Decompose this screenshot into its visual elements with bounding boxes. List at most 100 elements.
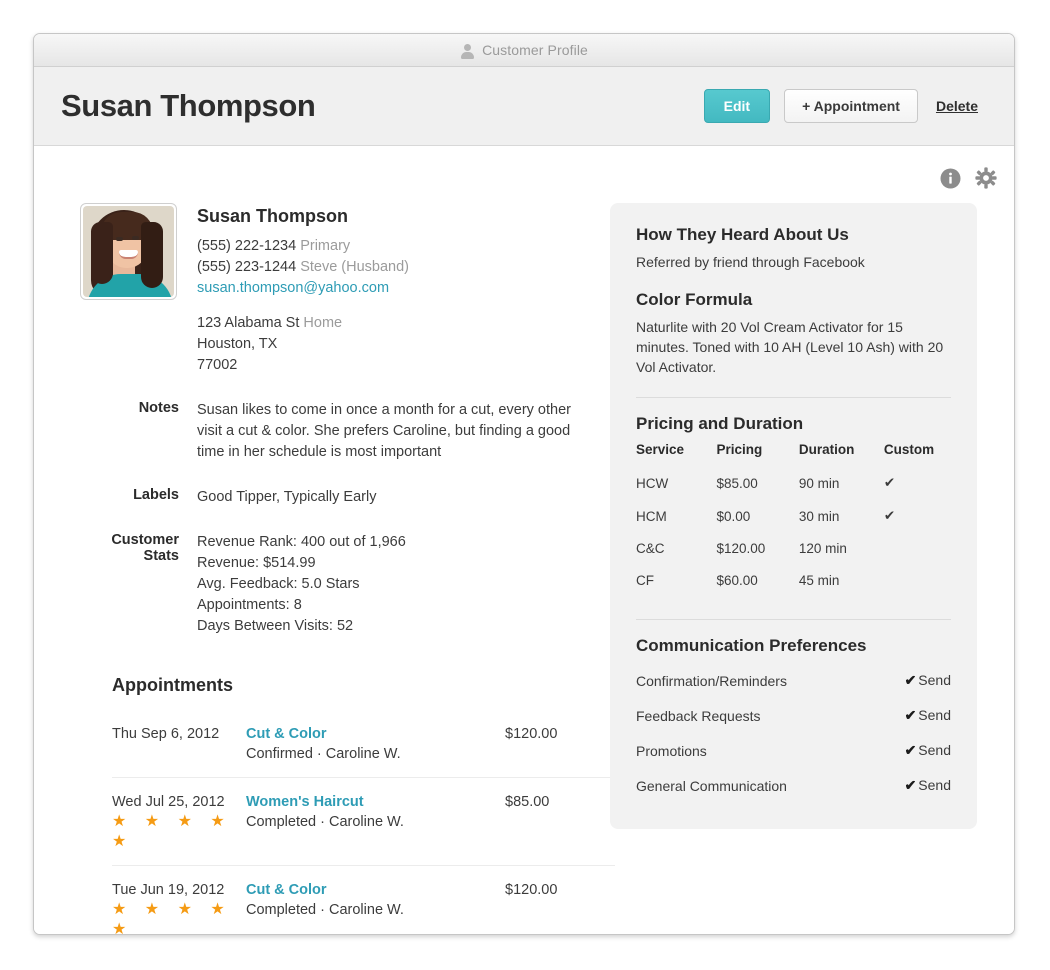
cell-duration: 30 min — [798, 508, 840, 524]
table-row[interactable]: Wed Jul 25, 2012 ★ ★ ★ ★ ★ Women's Hairc… — [112, 778, 615, 866]
profile-body: Susan Thompson (555) 222-1234 Primary (5… — [34, 146, 1014, 934]
address-zip: 77002 — [197, 357, 238, 373]
labels-row: Labels Good Tipper, Typically Early — [80, 487, 610, 508]
appointment-service-link[interactable]: Cut & Color — [246, 724, 505, 744]
phone-secondary-row: (555) 223-1244 Steve (Husband) — [197, 257, 409, 278]
stat-line: Avg. Feedback: 5.0 Stars — [197, 576, 360, 592]
cell-pricing: $0.00 — [716, 508, 751, 524]
contact-details: Susan Thompson (555) 222-1234 Primary (5… — [197, 203, 409, 376]
cell-service: C&C — [636, 541, 665, 556]
contact-name: Susan Thompson — [197, 206, 349, 226]
appointment-date: Wed Jul 25, 2012 — [112, 794, 225, 810]
phone-secondary-tag: Steve (Husband) — [300, 259, 410, 275]
stat-line: Days Between Visits: 52 — [197, 618, 354, 634]
add-appointment-button[interactable]: + Appointment — [784, 89, 918, 123]
person-icon — [460, 43, 475, 59]
divider — [636, 619, 951, 620]
communication-preferences-title: Communication Preferences — [636, 636, 867, 655]
list-item: Feedback Requests ✔ Send — [636, 698, 951, 733]
edit-button[interactable]: Edit — [703, 89, 771, 123]
cell-pricing: $120.00 — [716, 541, 766, 556]
address-street-row: 123 Alabama St Home — [197, 313, 409, 334]
profile-header: Susan Thompson Edit + Appointment Delete — [34, 67, 1014, 146]
rating-stars: ★ ★ ★ ★ ★ — [112, 901, 232, 935]
comm-label: Confirmation/Reminders — [636, 672, 787, 689]
labels-label: Labels — [133, 487, 179, 503]
email-row: susan.thompson@yahoo.com — [197, 278, 409, 299]
avatar — [80, 203, 177, 300]
stat-line: Revenue Rank: 400 out of 1,966 — [197, 534, 406, 550]
delete-link[interactable]: Delete — [932, 98, 982, 114]
table-row[interactable]: Thu Sep 6, 2012 Cut & Color Confirmed · … — [112, 710, 615, 778]
corner-icon-group — [940, 167, 997, 189]
phone-primary-row: (555) 222-1234 Primary — [197, 236, 409, 257]
cell-duration: 90 min — [798, 475, 840, 491]
comm-status: ✔ Send — [905, 672, 951, 689]
table-row: HCW $85.00 90 min ✔ — [636, 469, 951, 502]
heard-about-us-text: Referred by friend through Facebook — [636, 254, 865, 270]
cell-pricing: $85.00 — [716, 475, 758, 491]
comm-label: Promotions — [636, 742, 707, 759]
check-icon: ✔ — [883, 508, 896, 523]
comm-label: General Communication — [636, 777, 787, 794]
notes-value: Susan likes to come in once a month for … — [197, 402, 571, 460]
list-item: Confirmation/Reminders ✔ Send — [636, 663, 951, 698]
left-column: Susan Thompson (555) 222-1234 Primary (5… — [34, 203, 615, 934]
column-header-custom: Custom — [883, 442, 935, 457]
check-icon: ✔ — [904, 777, 917, 793]
appointment-detail-col: Cut & Color Confirmed · Caroline W. — [246, 724, 505, 764]
appointment-date-col: Tue Jun 19, 2012 ★ ★ ★ ★ ★ — [112, 880, 246, 935]
details-panel: How They Heard About Us Referred by frie… — [610, 203, 977, 829]
divider — [636, 397, 951, 398]
header-actions: Edit + Appointment Delete — [703, 89, 982, 123]
check-icon: ✔ — [904, 672, 917, 688]
address-street: 123 Alabama St — [197, 315, 300, 331]
appointment-price: $120.00 — [505, 726, 558, 742]
table-row[interactable]: Tue Jun 19, 2012 ★ ★ ★ ★ ★ Cut & Color C… — [112, 866, 615, 935]
column-header-service: Service — [636, 442, 685, 457]
cell-service: HCW — [636, 475, 669, 491]
notes-row: Notes Susan likes to come in once a mont… — [80, 400, 610, 463]
phone-primary-tag: Primary — [300, 238, 351, 254]
table-header-row: Service Pricing Duration Custom — [636, 442, 951, 469]
cell-duration: 120 min — [798, 541, 847, 556]
appointments-title: Appointments — [112, 675, 233, 695]
appointment-price: $85.00 — [505, 794, 550, 810]
right-column: How They Heard About Us Referred by frie… — [610, 203, 1014, 934]
appointment-date-col: Wed Jul 25, 2012 ★ ★ ★ ★ ★ — [112, 792, 246, 852]
comm-status: ✔ Send — [905, 742, 951, 759]
pricing-duration-title: Pricing and Duration — [636, 414, 804, 433]
appointment-detail-col: Women's Haircut Completed · Caroline W. — [246, 792, 505, 832]
comm-status: ✔ Send — [905, 707, 951, 724]
comm-status-label: Send — [918, 777, 951, 793]
customer-stats-value: Revenue Rank: 400 out of 1,966 Revenue: … — [197, 532, 406, 637]
comm-label: Feedback Requests — [636, 707, 761, 724]
list-item: Promotions ✔ Send — [636, 733, 951, 768]
gear-icon[interactable] — [975, 167, 997, 189]
stat-line: Revenue: $514.99 — [197, 555, 316, 571]
phone-primary: (555) 222-1234 — [197, 238, 297, 254]
notes-label: Notes — [138, 400, 179, 416]
color-formula-text: Naturlite with 20 Vol Cream Activator fo… — [636, 319, 944, 375]
info-icon[interactable] — [940, 168, 961, 189]
check-icon: ✔ — [883, 475, 896, 490]
appointment-service-link[interactable]: Cut & Color — [246, 880, 505, 900]
contact-block: Susan Thompson (555) 222-1234 Primary (5… — [80, 203, 610, 376]
appointment-price: $120.00 — [505, 882, 558, 898]
pricing-table: Service Pricing Duration Custom HCW $85.… — [636, 442, 951, 599]
appointment-service-link[interactable]: Women's Haircut — [246, 792, 505, 812]
color-formula-title: Color Formula — [636, 290, 753, 309]
table-row: C&C $120.00 120 min — [636, 535, 951, 567]
check-icon — [884, 535, 951, 567]
content-columns: Susan Thompson (555) 222-1234 Primary (5… — [34, 146, 1014, 934]
appointment-status: Confirmed · Caroline W. — [246, 746, 401, 762]
cell-duration: 45 min — [798, 573, 840, 588]
appointment-status: Completed · Caroline W. — [246, 814, 404, 830]
comm-status-label: Send — [918, 672, 951, 688]
comm-status-label: Send — [918, 742, 951, 758]
address-tag: Home — [303, 315, 343, 331]
stat-line: Appointments: 8 — [197, 597, 302, 613]
cell-pricing: $60.00 — [716, 573, 758, 588]
email-link[interactable]: susan.thompson@yahoo.com — [197, 280, 389, 296]
cell-service: CF — [636, 573, 654, 588]
